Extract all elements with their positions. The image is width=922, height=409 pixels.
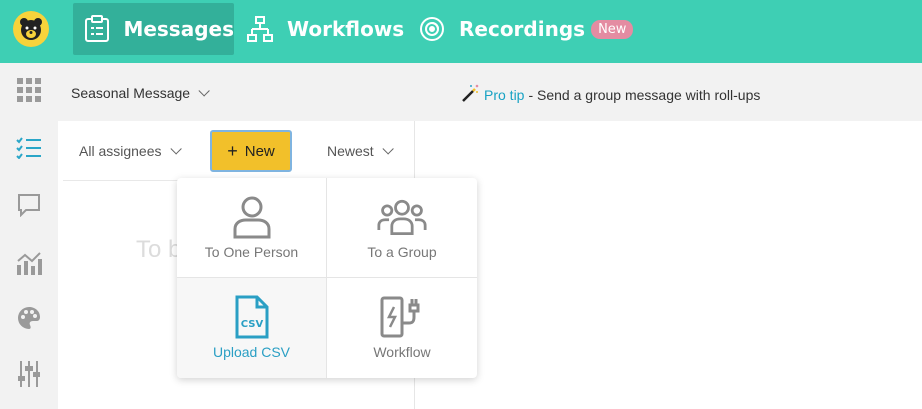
ev-charger-icon [377, 292, 427, 342]
app-logo[interactable] [13, 11, 49, 47]
empty-state-text: To b [136, 236, 182, 263]
menu-option-label: Upload CSV [212, 344, 291, 360]
menu-option-label: Workflow [373, 344, 431, 360]
assignee-filter[interactable]: All assignees [79, 143, 182, 159]
assignee-filter-label: All assignees [79, 143, 162, 159]
chevron-down-icon [169, 143, 182, 155]
message-selector-label: Seasonal Message [71, 85, 191, 101]
chevron-down-icon [198, 85, 210, 97]
sub-header: Seasonal Message Pro tip - Send a group … [58, 63, 922, 121]
csv-file-icon: CSV [227, 292, 277, 342]
sort-dropdown[interactable]: Newest [327, 143, 394, 159]
new-message-menu: To One Person To a Group CSV Upload CSV [177, 178, 477, 378]
top-nav-bar: Messages Workflows Recordings New [0, 0, 922, 63]
tab-messages[interactable]: Messages [73, 3, 234, 55]
menu-option-label: To a Group [367, 244, 437, 260]
pro-tip-link[interactable]: Pro tip [484, 87, 524, 103]
clipboard-icon [83, 14, 111, 44]
recording-swirl-icon [417, 14, 447, 44]
menu-option-group[interactable]: To a Group [327, 178, 477, 278]
svg-text:CSV: CSV [240, 319, 263, 330]
menu-option-label: To One Person [204, 244, 299, 260]
new-message-button-label: New [244, 142, 275, 160]
palette-icon[interactable] [14, 303, 44, 333]
magic-wand-icon [460, 83, 480, 106]
new-message-button[interactable]: + New [210, 130, 292, 172]
pro-tip-text: - Send a group message with roll-ups [528, 86, 761, 103]
apps-grid-icon[interactable] [14, 75, 44, 105]
sort-dropdown-label: Newest [327, 143, 374, 159]
group-icon [377, 192, 427, 242]
message-selector[interactable]: Seasonal Message [71, 85, 210, 101]
tab-recordings-label: Recordings [459, 17, 586, 41]
chart-icon[interactable] [14, 247, 44, 277]
person-icon [227, 192, 277, 242]
tab-recordings[interactable]: Recordings New [417, 3, 634, 55]
workflow-tree-icon [245, 14, 275, 44]
new-badge: New [591, 19, 634, 39]
menu-option-upload-csv[interactable]: CSV Upload CSV [177, 278, 327, 378]
tab-messages-label: Messages [123, 17, 234, 41]
bear-logo-icon [20, 18, 42, 40]
plus-icon: + [227, 140, 238, 161]
tab-workflows-label: Workflows [287, 17, 405, 41]
left-sidebar [0, 63, 58, 409]
menu-option-workflow[interactable]: Workflow [327, 278, 477, 378]
chat-bubble-icon[interactable] [14, 190, 44, 220]
pro-tip: Pro tip - Send a group message with roll… [460, 83, 760, 106]
tab-workflows[interactable]: Workflows [245, 3, 404, 55]
menu-option-one-person[interactable]: To One Person [177, 178, 327, 278]
sliders-icon[interactable] [14, 359, 44, 389]
chevron-down-icon [382, 143, 394, 155]
checklist-icon[interactable] [14, 133, 44, 163]
